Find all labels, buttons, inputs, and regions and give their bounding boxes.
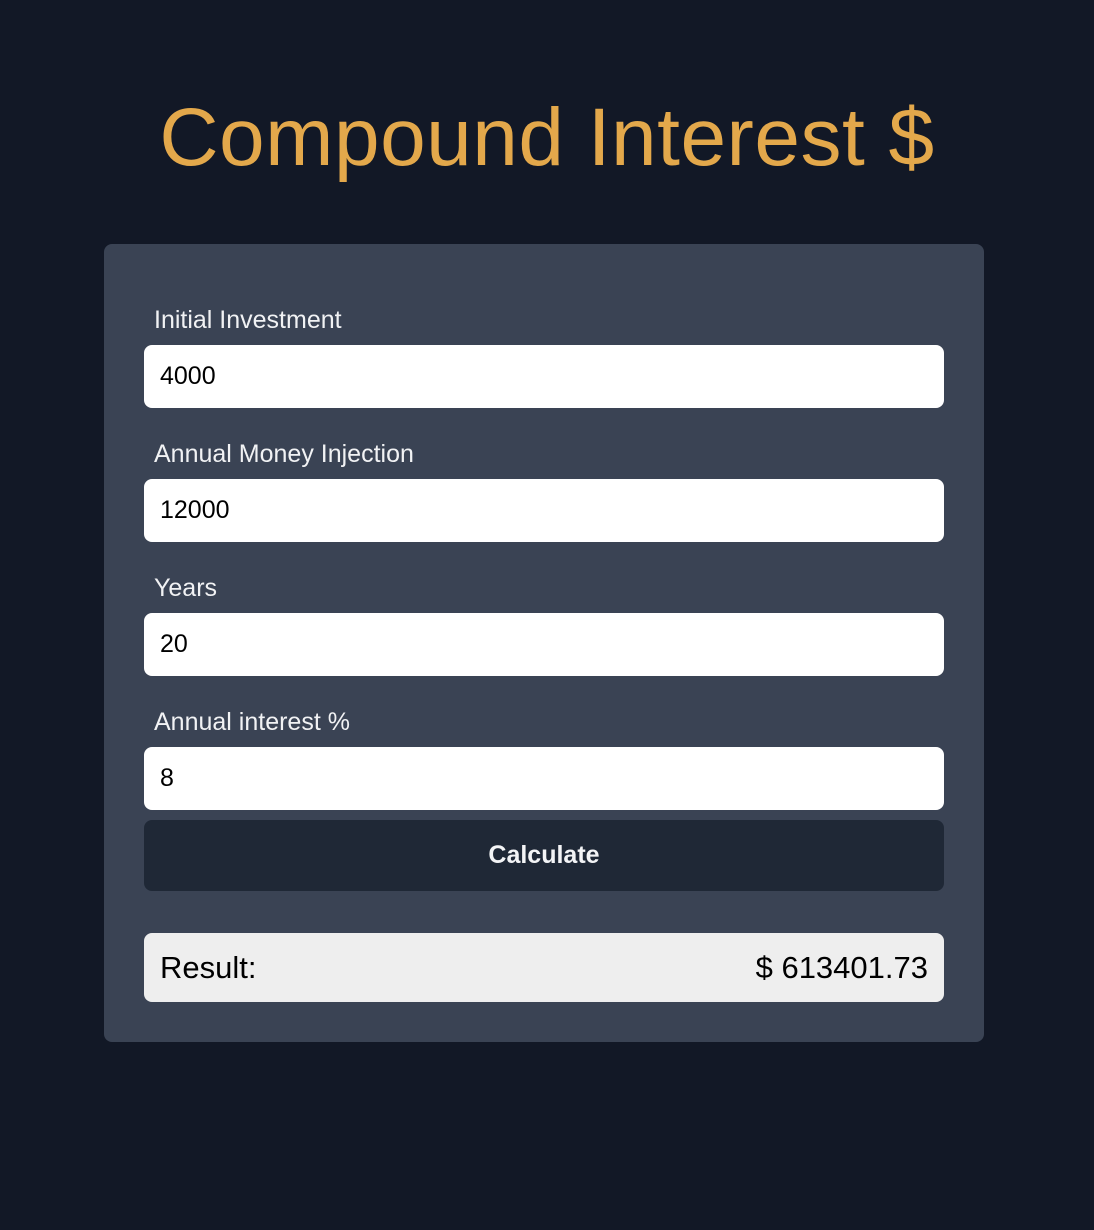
page-title: Compound Interest $	[159, 92, 935, 183]
app-page: Compound Interest $ Initial Investment A…	[0, 0, 1094, 1230]
initial-investment-label: Initial Investment	[154, 306, 342, 334]
annual-interest-input[interactable]	[144, 747, 944, 810]
result-value: $ 613401.73	[755, 949, 928, 985]
calculate-button[interactable]: Calculate	[144, 820, 944, 891]
years-label: Years	[154, 574, 218, 602]
initial-investment-input[interactable]	[144, 345, 944, 408]
years-input[interactable]	[144, 613, 944, 676]
annual-interest-label: Annual interest %	[154, 708, 350, 736]
calculator-card: Initial Investment Annual Money Injectio…	[104, 244, 984, 1042]
result-box: Result: $ 613401.73	[144, 933, 944, 1002]
annual-injection-label: Annual Money Injection	[154, 440, 414, 468]
annual-injection-input[interactable]	[144, 479, 944, 542]
result-label: Result:	[160, 949, 257, 985]
